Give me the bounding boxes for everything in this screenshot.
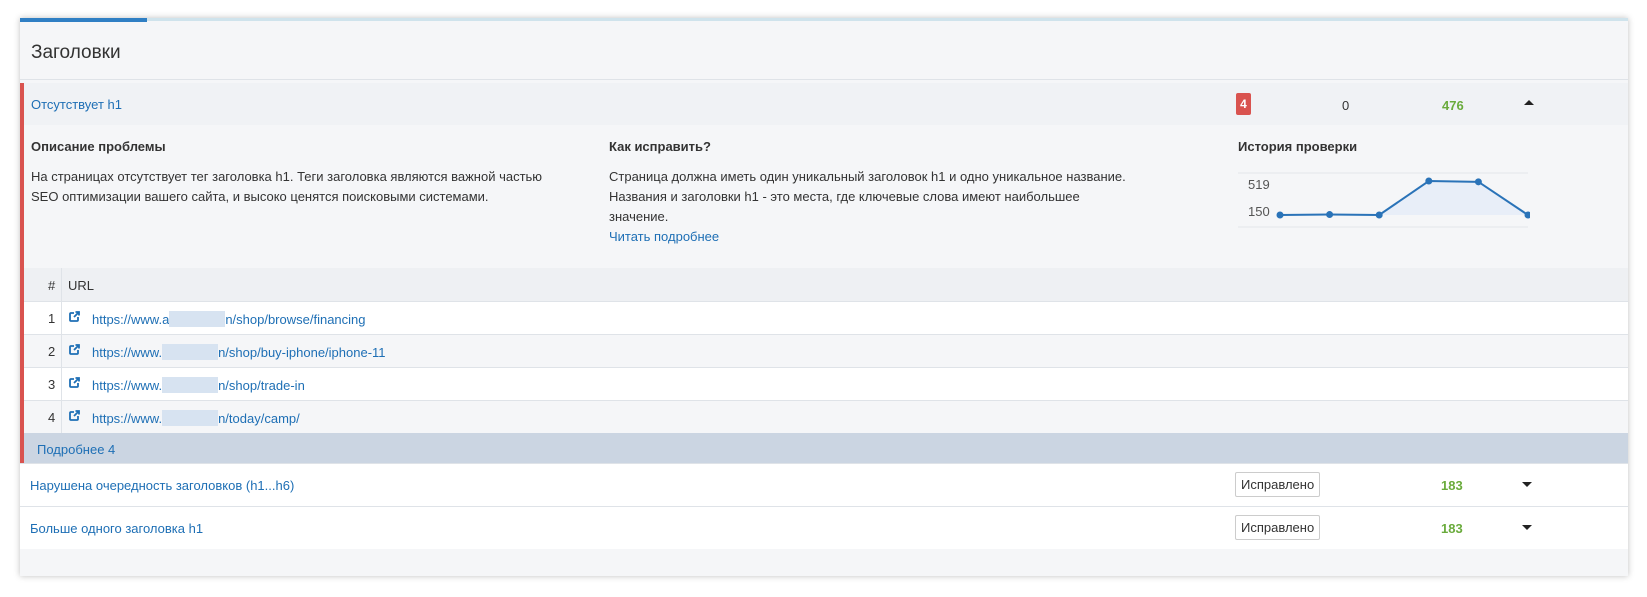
more-bar[interactable]: Подробнее 4 xyxy=(24,433,1628,466)
description-text: На страницах отсутствует тег заголовка h… xyxy=(31,169,543,204)
external-link-icon[interactable] xyxy=(68,344,80,359)
table-row: 2 https://www. n/shop/buy-iphone/iphone-1… xyxy=(24,334,1628,367)
issue-title[interactable]: Отсутствует h1 xyxy=(31,97,122,112)
passed-count: 183 xyxy=(1441,521,1463,536)
fixed-button[interactable]: Исправлено xyxy=(1235,515,1321,540)
column-hash: # xyxy=(48,278,56,293)
expand-caret-icon[interactable] xyxy=(1522,525,1532,530)
ytick-label: 519 xyxy=(1248,177,1270,192)
expand-caret-icon[interactable] xyxy=(1522,482,1532,487)
fix-heading: Как исправить? xyxy=(609,139,711,154)
table-row: 1 https://www.a n/shop/browse/financing xyxy=(24,301,1628,334)
warning-count: 0 xyxy=(1342,98,1350,113)
divider xyxy=(20,79,1628,80)
issue-title[interactable]: Больше одного заголовка h1 xyxy=(30,521,203,536)
row-number: 4 xyxy=(48,410,56,425)
external-link-icon[interactable] xyxy=(68,311,80,326)
url-link[interactable]: https://www. n/shop/buy-iphone/iphone-11 xyxy=(92,344,386,360)
more-link[interactable]: Подробнее 4 xyxy=(37,442,115,457)
redacted-domain xyxy=(162,377,219,393)
history-point xyxy=(1425,177,1433,185)
tab-strip xyxy=(20,18,1628,22)
column-url: URL xyxy=(68,278,95,293)
table-row: 4 https://www. n/today/camp/ xyxy=(24,400,1628,433)
url-link[interactable]: https://www. n/shop/trade-in xyxy=(92,377,305,393)
issue-title[interactable]: Нарушена очередность заголовков (h1...h6… xyxy=(30,478,294,493)
column-divider xyxy=(61,268,62,433)
row-number: 3 xyxy=(48,377,56,392)
history-heading: История проверки xyxy=(1238,139,1358,154)
redacted-domain xyxy=(169,311,226,327)
redacted-domain xyxy=(162,410,219,426)
issue-multiple-h1[interactable]: Больше одного заголовка h1 Исправлено 18… xyxy=(20,506,1628,549)
ytick-label: 150 xyxy=(1248,204,1270,219)
url-table-header: # URL xyxy=(24,268,1628,301)
history-point xyxy=(1375,211,1383,219)
read-more-link[interactable]: Читать подробнее xyxy=(609,229,719,244)
passed-count: 183 xyxy=(1441,478,1463,493)
url-link[interactable]: https://www.a n/shop/browse/financing xyxy=(92,311,366,327)
history-point xyxy=(1326,211,1334,219)
fixed-button[interactable]: Исправлено xyxy=(1235,472,1321,497)
collapse-caret-icon[interactable] xyxy=(1524,100,1534,105)
active-tab-indicator[interactable] xyxy=(20,18,147,22)
history-point xyxy=(1474,178,1482,186)
external-link-icon[interactable] xyxy=(68,410,80,425)
history-point xyxy=(1276,211,1284,219)
issue-header[interactable]: Отсутствует h1 4 0 476 xyxy=(24,83,1628,125)
description-heading: Описание проблемы xyxy=(31,139,166,154)
row-number: 1 xyxy=(48,311,56,326)
passed-count: 476 xyxy=(1442,98,1464,113)
issue-details: Описание проблемы На страницах отсутству… xyxy=(24,125,1628,268)
table-row: 3 https://www. n/shop/trade-in xyxy=(24,367,1628,400)
fix-text: Страница должна иметь один уникальный за… xyxy=(609,169,1126,244)
redacted-domain xyxy=(162,344,219,360)
panel-title: Заголовки xyxy=(31,42,121,63)
url-link[interactable]: https://www. n/today/camp/ xyxy=(92,410,300,426)
issue-heading-order[interactable]: Нарушена очередность заголовков (h1...h6… xyxy=(20,463,1628,506)
error-count-badge: 4 xyxy=(1236,93,1251,115)
row-number: 2 xyxy=(48,344,56,359)
issue-missing-h1: Отсутствует h1 4 0 476 Описание проблемы… xyxy=(20,83,1628,483)
headings-panel: Заголовки Отсутствует h1 4 0 476 Описани… xyxy=(20,18,1628,576)
external-link-icon[interactable] xyxy=(68,377,80,392)
